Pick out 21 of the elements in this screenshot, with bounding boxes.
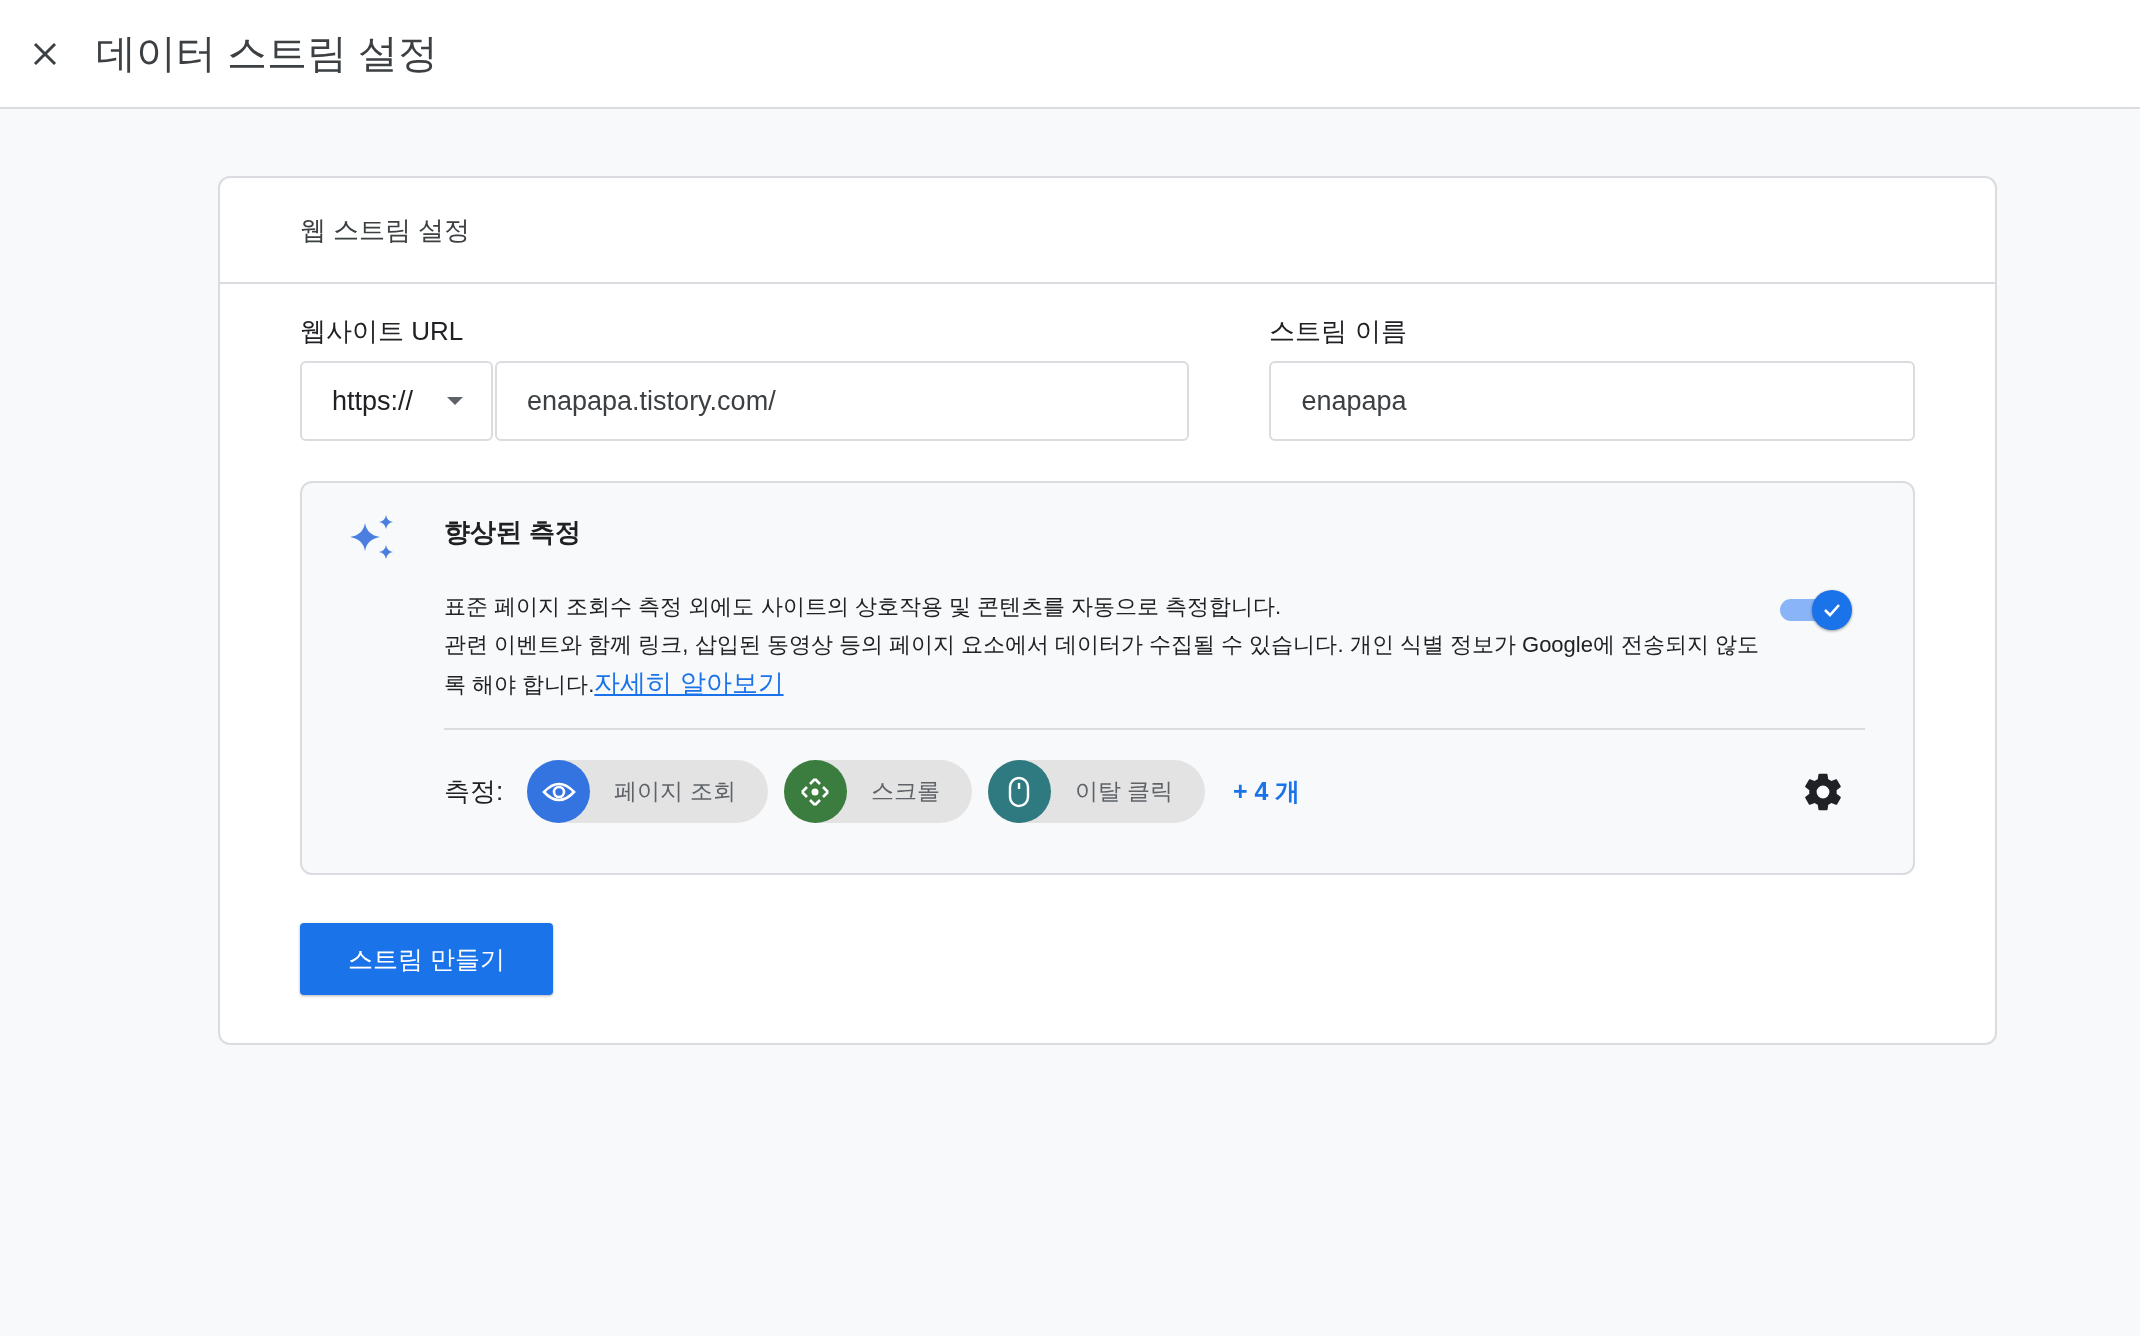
- learn-more-link[interactable]: 자세히 알아보기: [594, 668, 784, 698]
- more-events-link[interactable]: + 4 개: [1233, 775, 1301, 808]
- four-way-arrows-icon: [800, 776, 831, 807]
- section-title: 향상된 측정: [444, 516, 583, 549]
- page-title: 데이터 스트림 설정: [96, 30, 439, 77]
- url-input-field[interactable]: enapapa.tistory.com/: [495, 361, 1190, 441]
- protocol-dropdown[interactable]: https://: [300, 361, 493, 441]
- measurement-chip: 이탈 클릭: [987, 760, 1205, 823]
- measurement-chip: 페이지 조회: [527, 760, 768, 823]
- field-label: 웹사이트 URL: [300, 315, 465, 348]
- measurement-chip: 스크롤: [783, 760, 972, 823]
- measurement-label: 측정:: [444, 775, 504, 808]
- description-text: 표준 페이지 조회수 측정 외에도 사이트의 상호작용 및 콘텐츠를 자동으로 측정합니다.: [444, 593, 1283, 621]
- dropdown-caret-icon: [447, 397, 463, 405]
- field-label: 스트림 이름: [1269, 315, 1408, 348]
- notice-text: 관련 이벤트와 함께 링크, 삽입된 동영상 등의 페이지 요소에서 데이터가 수집될 수 있습니다. 개인 식별 정보가 Google에 전송되지 않도록 해야 합니다.자세히 알아보기: [444, 631, 1761, 700]
- card-title: 웹 스트림 설정: [300, 213, 471, 247]
- create-stream-button[interactable]: 스트림 만들기: [300, 923, 553, 995]
- toggle-switch[interactable]: [1780, 590, 1852, 630]
- stream-name-input-field[interactable]: enapapa: [1269, 361, 1915, 441]
- mouse-icon: [1008, 775, 1031, 808]
